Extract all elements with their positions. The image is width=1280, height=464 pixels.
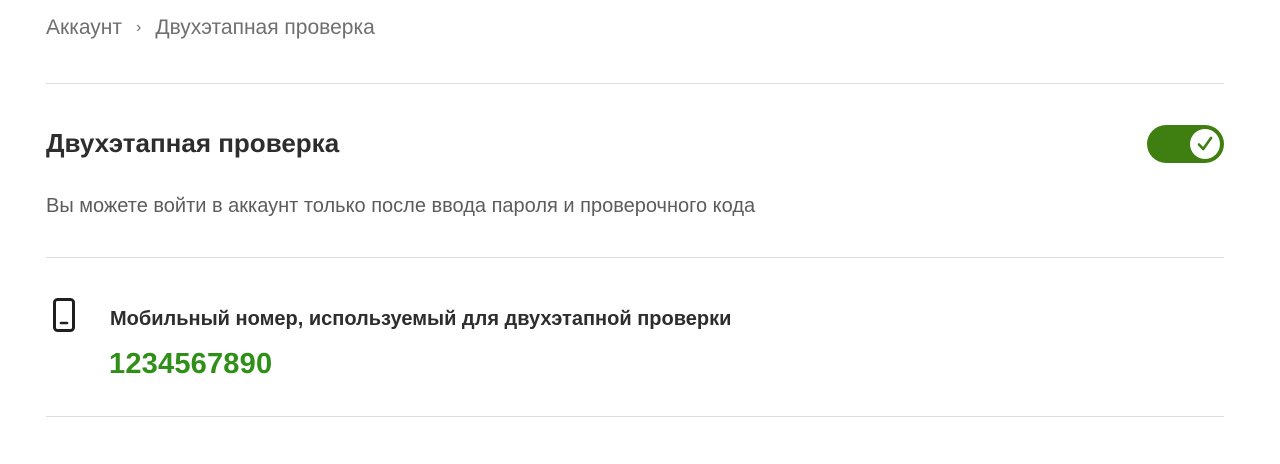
checkmark-icon — [1197, 136, 1213, 151]
divider-middle — [46, 257, 1224, 258]
breadcrumb-account-link[interactable]: Аккаунт — [46, 16, 122, 40]
section-description: Вы можете войти в аккаунт только после в… — [46, 195, 756, 217]
divider-bottom — [46, 416, 1224, 417]
mobile-phone-icon — [53, 298, 75, 332]
breadcrumb-current: Двухэтапная проверка — [155, 16, 375, 39]
two-step-verification-page: Аккаунт › Двухэтапная проверка Двухэтапн… — [0, 0, 1280, 464]
toggle-knob — [1190, 129, 1220, 159]
breadcrumb-separator-icon: › — [136, 19, 142, 36]
phone-label: Мобильный номер, используемый для двухэт… — [110, 308, 732, 330]
breadcrumb: Аккаунт › Двухэтапная проверка — [46, 14, 375, 42]
divider-top — [46, 83, 1224, 84]
section-title: Двухэтапная проверка — [46, 128, 340, 158]
phone-number: 1234567890 — [109, 348, 273, 380]
two-step-toggle[interactable] — [1147, 125, 1224, 163]
